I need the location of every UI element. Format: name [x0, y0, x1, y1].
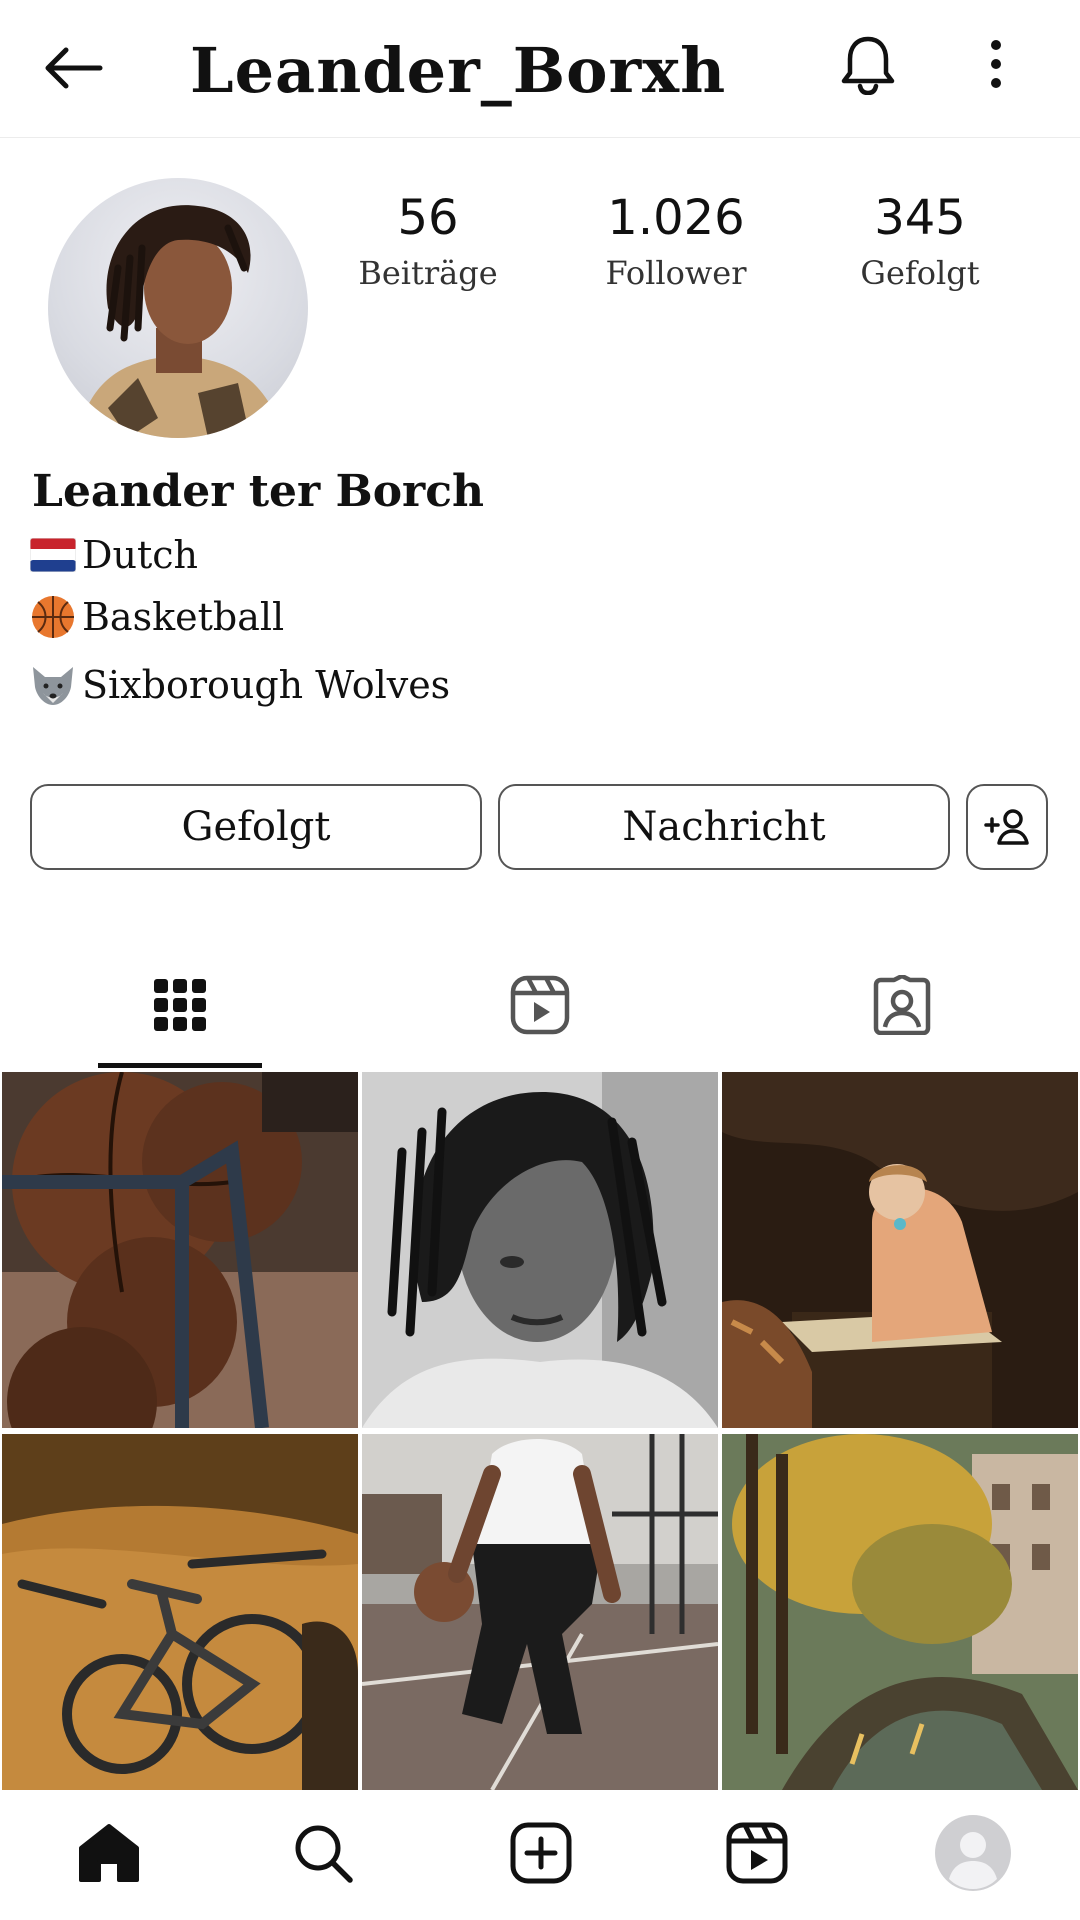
bio-line: Basketball [28, 592, 284, 642]
bottom-navigation [0, 1790, 1080, 1920]
home-icon [79, 1824, 139, 1882]
bio-line: Sixborough Wolves [28, 660, 450, 710]
basketball-icon [28, 592, 78, 642]
suggest-users-button[interactable] [966, 784, 1048, 870]
followers-label: Follower [605, 254, 747, 292]
tab-posts-grid[interactable] [120, 970, 240, 1040]
following-button[interactable]: Gefolgt [30, 784, 482, 870]
posts-grid [0, 1072, 1080, 1790]
bio-line: Dutch [28, 530, 198, 580]
nav-create[interactable] [496, 1808, 586, 1898]
profile-username: Leander_Borxh [190, 34, 727, 107]
arrow-left-icon [45, 47, 103, 89]
more-vertical-icon [991, 40, 1001, 88]
notifications-button[interactable] [836, 28, 900, 100]
posts-label: Beiträge [358, 254, 498, 292]
stat-following[interactable]: 345 Gefolgt [820, 190, 1020, 292]
avatar-photo [78, 205, 283, 438]
active-tab-indicator [98, 1063, 262, 1068]
followers-count: 1.026 [607, 190, 745, 246]
reels-icon [726, 1822, 788, 1884]
bio-text: Dutch [82, 533, 198, 577]
following-label: Gefolgt [860, 254, 980, 292]
profile-avatar-icon [935, 1815, 1011, 1891]
search-icon [295, 1825, 353, 1883]
stat-followers[interactable]: 1.026 Follower [576, 190, 776, 292]
wolf-icon [28, 660, 78, 710]
post-thumbnail-canal[interactable] [722, 1434, 1078, 1790]
bio-text: Sixborough Wolves [82, 663, 451, 707]
more-options-button[interactable] [976, 32, 1016, 96]
stat-posts[interactable]: 56 Beiträge [328, 190, 528, 292]
tab-tagged[interactable] [842, 970, 962, 1040]
profile-avatar[interactable] [48, 178, 308, 438]
bio-text: Basketball [82, 595, 285, 639]
nav-profile[interactable] [928, 1808, 1018, 1898]
reels-icon [510, 975, 570, 1035]
bell-icon [841, 36, 895, 95]
post-thumbnail-portrait[interactable] [362, 1072, 718, 1428]
netherlands-flag-icon [28, 530, 78, 580]
post-thumbnail-basketballs[interactable] [2, 1072, 358, 1428]
nav-reels[interactable] [712, 1808, 802, 1898]
post-thumbnail-bicycle[interactable] [2, 1434, 358, 1790]
tagged-icon [873, 975, 931, 1035]
profile-full-name: Leander ter Borch [32, 466, 485, 517]
add-post-icon [510, 1822, 572, 1884]
nav-home[interactable] [64, 1808, 154, 1898]
nav-search[interactable] [278, 1808, 368, 1898]
posts-count: 56 [397, 190, 459, 246]
top-bar: Leander_Borxh [0, 0, 1080, 138]
following-count: 345 [874, 190, 966, 246]
post-thumbnail-painting[interactable] [722, 1072, 1078, 1428]
tab-reels[interactable] [480, 970, 600, 1040]
message-button[interactable]: Nachricht [498, 784, 950, 870]
post-thumbnail-player[interactable] [362, 1434, 718, 1790]
add-person-icon [984, 809, 1029, 845]
grid-icon [154, 979, 206, 1031]
back-button[interactable] [38, 38, 108, 98]
